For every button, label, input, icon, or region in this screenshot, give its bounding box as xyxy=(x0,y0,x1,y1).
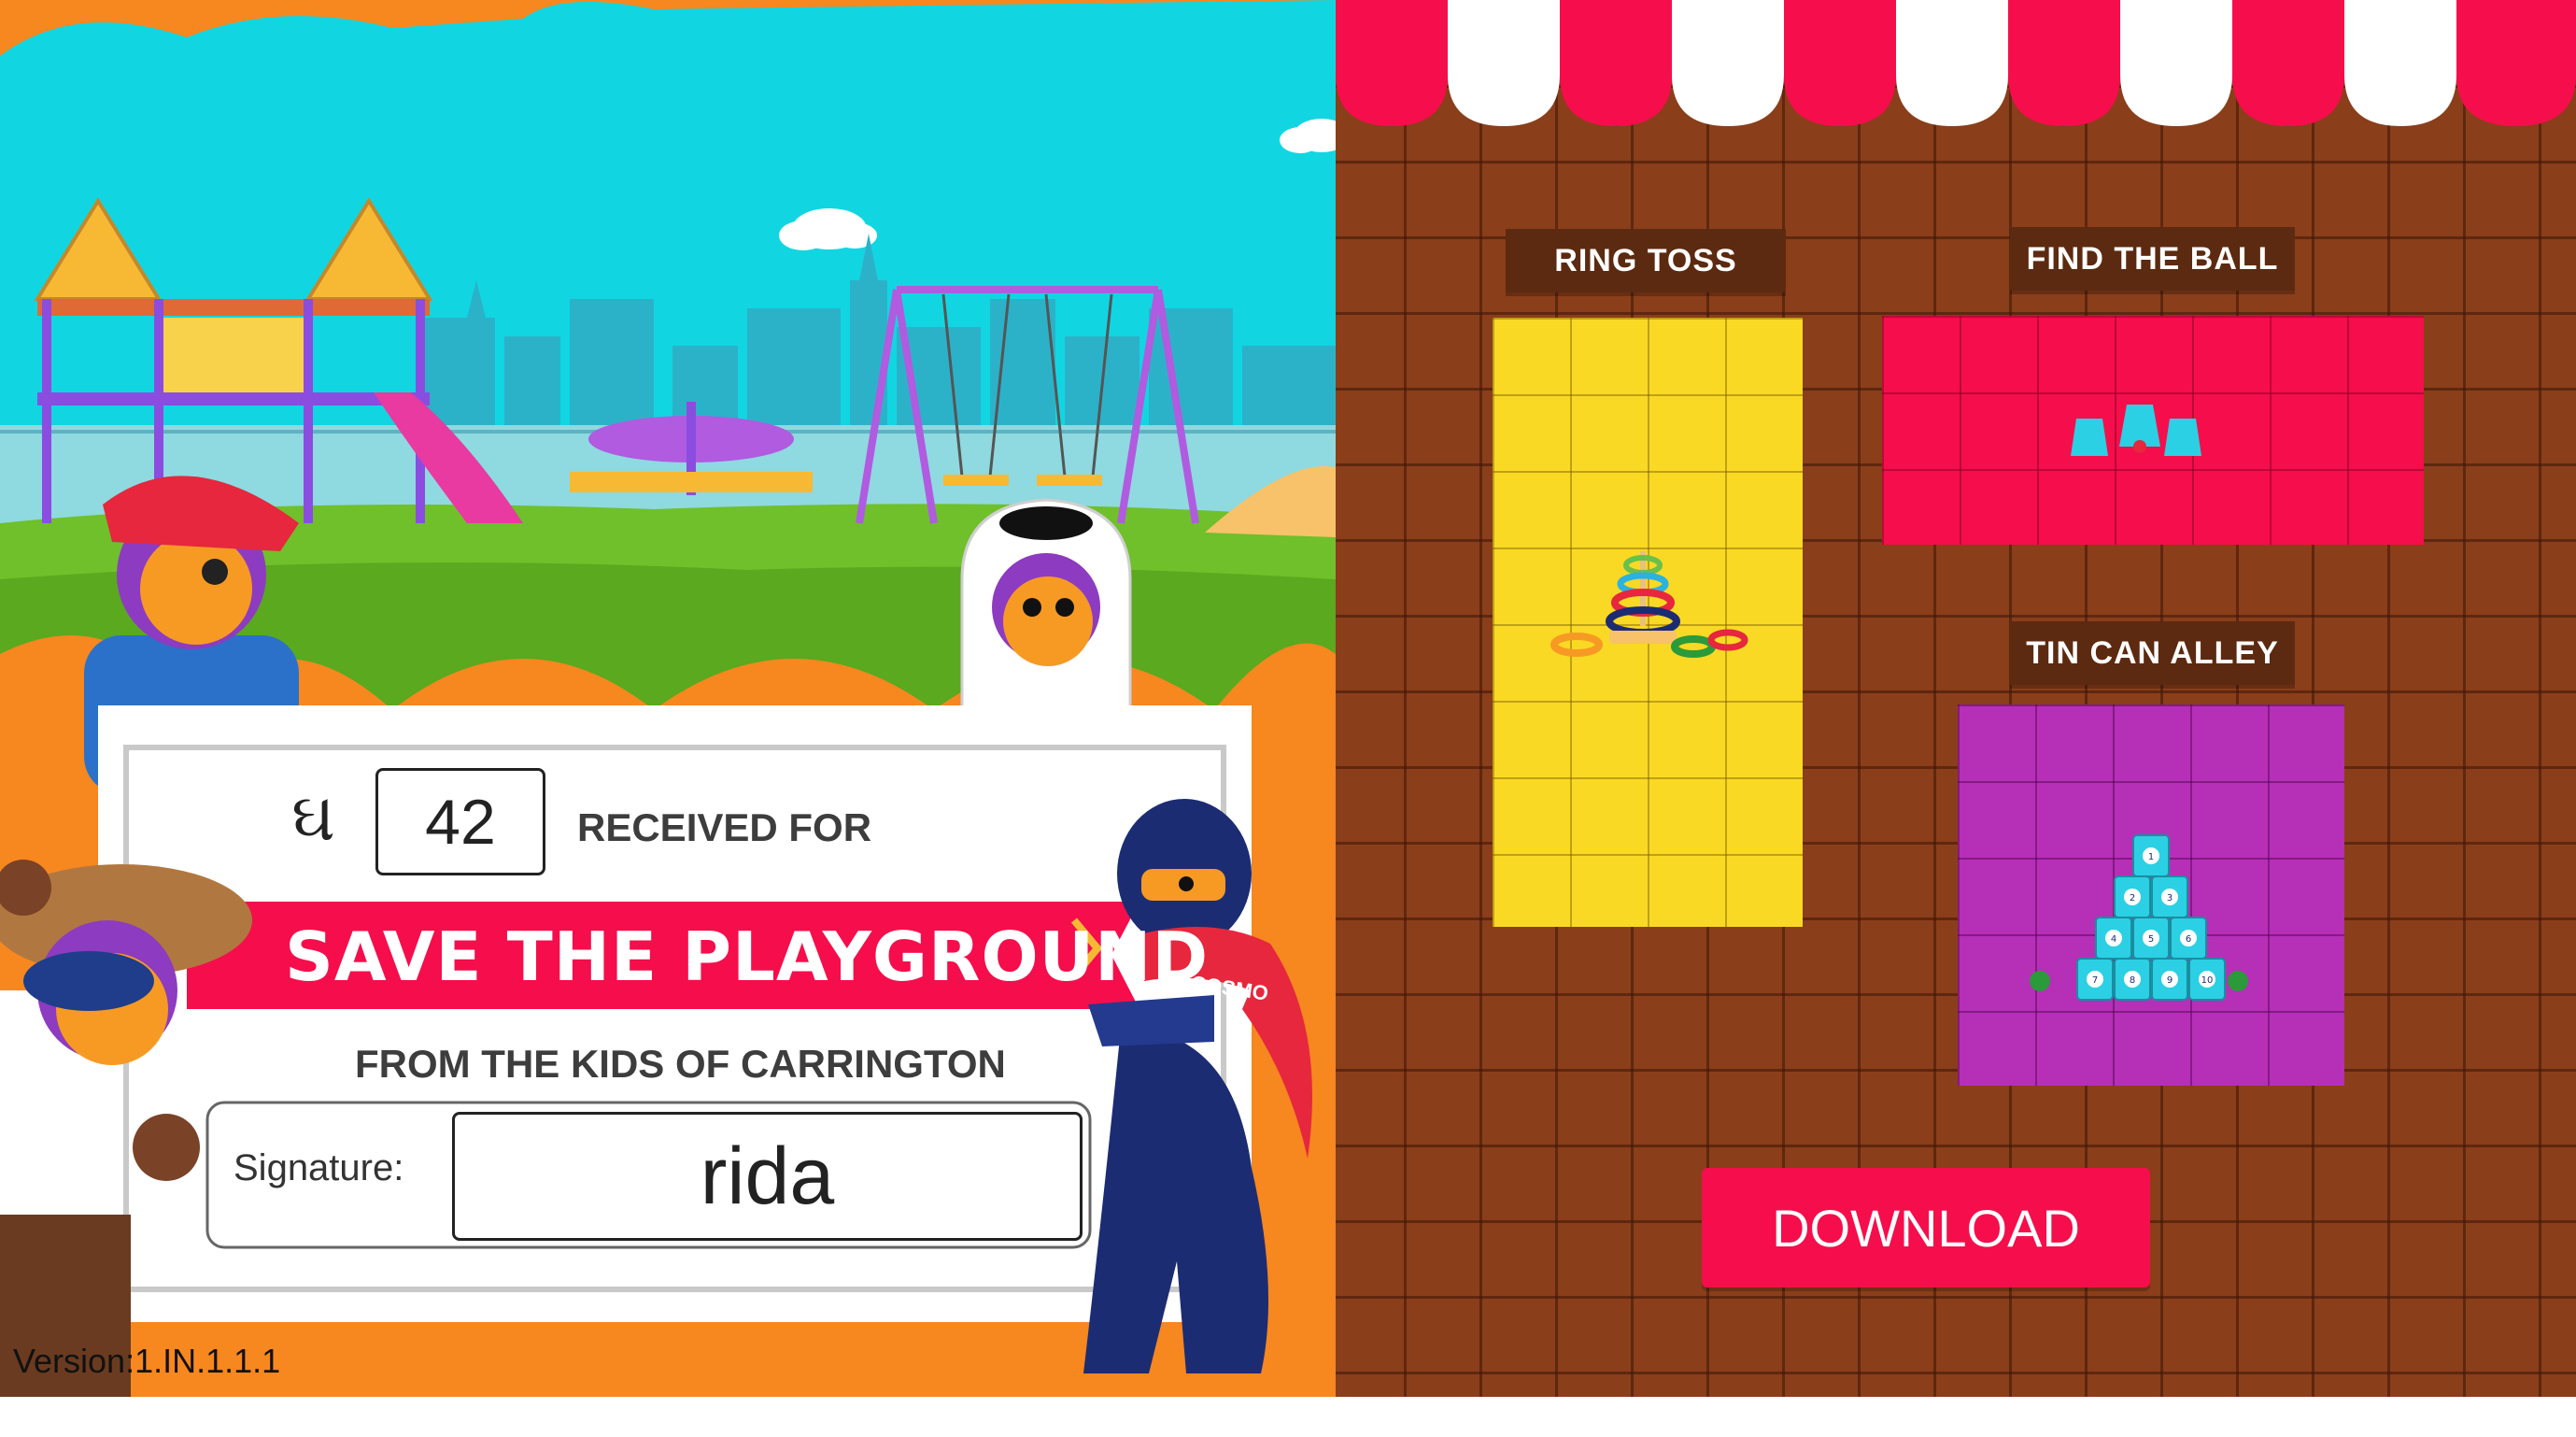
download-button[interactable]: DOWNLOAD xyxy=(1702,1168,2150,1288)
tin-can-alley-booth[interactable]: 1 2 3 4 5 6 7 8 9 10 xyxy=(1958,704,2344,1086)
tin-can-alley-label: TIN CAN ALLEY xyxy=(2010,621,2295,685)
banner-title: SAVE THE PLAYGROUND xyxy=(285,918,1210,996)
ring-stack-icon xyxy=(1550,551,1748,658)
can-8: 8 xyxy=(2130,975,2135,986)
can-2: 2 xyxy=(2130,893,2135,903)
certificate-scene: ઘ 42 RECEIVED FOR SAVE THE PLAYGROUND FR… xyxy=(0,0,1336,1397)
signature-label: Signature: xyxy=(234,1147,404,1188)
can-9: 9 xyxy=(2167,975,2173,986)
can-6: 6 xyxy=(2186,934,2191,945)
can-4: 4 xyxy=(2111,934,2116,945)
version-label: Version:1.IN.1.1.1 xyxy=(13,1342,281,1380)
from-label: FROM THE KIDS OF CARRINGTON xyxy=(355,1042,1006,1086)
can-3: 3 xyxy=(2167,893,2173,903)
signature-field[interactable]: rida xyxy=(452,1112,1083,1241)
currency-symbol: ઘ xyxy=(291,777,336,856)
tin-can-pyramid-icon: 1 2 3 4 5 6 7 8 9 10 xyxy=(2030,834,2248,1001)
awning xyxy=(1336,0,2576,126)
find-the-ball-booth[interactable] xyxy=(1882,316,2424,545)
can-1: 1 xyxy=(2148,852,2154,862)
penguin-character xyxy=(960,498,1132,712)
ring-toss-booth[interactable] xyxy=(1493,318,1803,927)
can-10: 10 xyxy=(2201,975,2214,986)
received-for-label: RECEIVED FOR xyxy=(577,805,872,849)
can-7: 7 xyxy=(2092,975,2098,986)
amount-field[interactable]: 42 xyxy=(375,768,545,875)
find-the-ball-label: FIND THE BALL xyxy=(2010,227,2295,291)
ring-toss-label: RING TOSS xyxy=(1506,229,1786,292)
can-5: 5 xyxy=(2148,934,2154,945)
cups-icon xyxy=(2071,405,2201,456)
